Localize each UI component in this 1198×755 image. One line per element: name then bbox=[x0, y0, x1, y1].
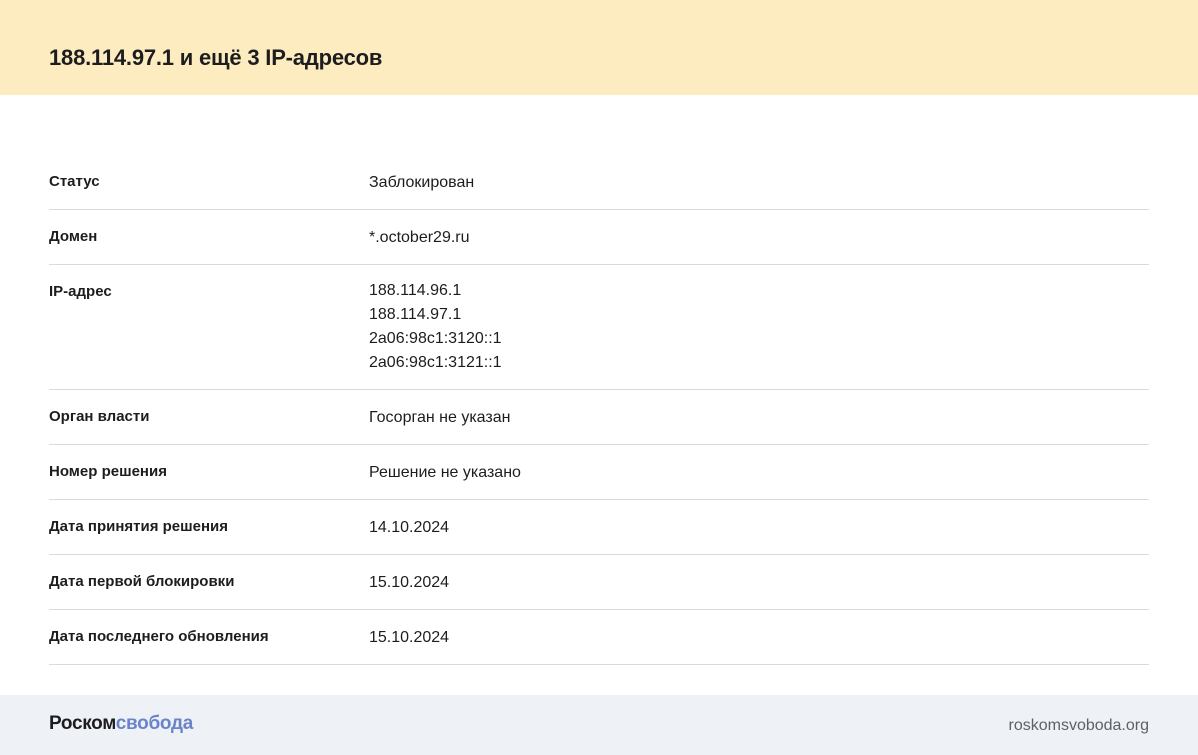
ip-address-line: 188.114.97.1 bbox=[369, 306, 462, 323]
detail-value-line: Заблокирован bbox=[369, 174, 475, 191]
detail-value: *.october29.ru bbox=[369, 226, 1149, 250]
detail-row-status: Статус Заблокирован bbox=[49, 155, 1149, 210]
detail-value: 15.10.2024 bbox=[369, 626, 1149, 650]
detail-value-line: Решение не указано bbox=[369, 464, 521, 481]
detail-value-line: 14.10.2024 bbox=[369, 519, 450, 536]
header-banner: 188.114.97.1 и ещё 3 IP-адресов bbox=[0, 0, 1198, 95]
detail-row-domain: Домен *.october29.ru bbox=[49, 210, 1149, 265]
detail-row-last-update-date: Дата последнего обновления 15.10.2024 bbox=[49, 610, 1149, 665]
detail-value-line: 15.10.2024 bbox=[369, 629, 450, 646]
detail-label: Статус bbox=[49, 173, 100, 190]
ip-address-line: 2a06:98c1:3121::1 bbox=[369, 354, 502, 371]
detail-label: Орган власти bbox=[49, 408, 150, 425]
logo-text-part1: Роском bbox=[49, 713, 116, 734]
detail-label: IP-адрес bbox=[49, 283, 112, 300]
detail-label: Дата принятия решения bbox=[49, 518, 229, 535]
detail-value: Решение не указано bbox=[369, 461, 1149, 485]
page-title: 188.114.97.1 и ещё 3 IP-адресов bbox=[49, 45, 383, 70]
detail-label: Дата первой блокировки bbox=[49, 573, 235, 590]
detail-row-decision-date: Дата принятия решения 14.10.2024 bbox=[49, 500, 1149, 555]
detail-label: Номер решения bbox=[49, 463, 167, 480]
detail-value: Госорган не указан bbox=[369, 406, 1149, 430]
footer: Роскомсвобода roskomsvoboda.org bbox=[0, 695, 1198, 755]
detail-value: 188.114.96.1 188.114.97.1 2a06:98c1:3120… bbox=[369, 281, 1149, 375]
detail-value-line: *.october29.ru bbox=[369, 229, 470, 246]
detail-value: 15.10.2024 bbox=[369, 571, 1149, 595]
detail-value-line: 15.10.2024 bbox=[369, 574, 450, 591]
detail-row-first-block-date: Дата первой блокировки 15.10.2024 bbox=[49, 555, 1149, 610]
detail-label: Домен bbox=[49, 228, 98, 245]
detail-row-ip-address: IP-адрес 188.114.96.1 188.114.97.1 2a06:… bbox=[49, 265, 1149, 390]
roskomsvoboda-logo[interactable]: Роскомсвобода bbox=[49, 713, 193, 735]
page: 188.114.97.1 и ещё 3 IP-адресов Статус З… bbox=[0, 0, 1198, 755]
detail-value: Заблокирован bbox=[369, 171, 1149, 195]
logo-text-part2: свобода bbox=[115, 713, 194, 734]
ip-address-line: 188.114.96.1 bbox=[369, 282, 462, 299]
detail-label: Дата последнего обновления bbox=[49, 628, 269, 645]
ip-address-line: 2a06:98c1:3120::1 bbox=[369, 330, 502, 347]
detail-value: 14.10.2024 bbox=[369, 516, 1149, 540]
detail-row-authority: Орган власти Госорган не указан bbox=[49, 390, 1149, 445]
site-link[interactable]: roskomsvoboda.org bbox=[1008, 717, 1149, 735]
details-table: Статус Заблокирован Домен *.october29.ru… bbox=[49, 155, 1149, 665]
detail-row-decision-number: Номер решения Решение не указано bbox=[49, 445, 1149, 500]
detail-value-line: Госорган не указан bbox=[369, 409, 511, 426]
